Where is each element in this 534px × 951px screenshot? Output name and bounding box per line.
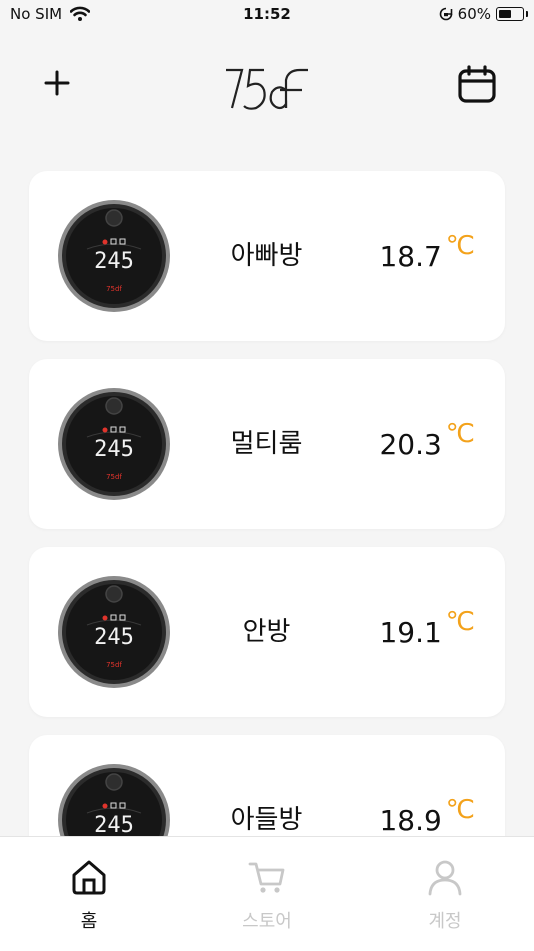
room-temperature: 20.3 ℃ <box>379 359 475 529</box>
tab-label: 스토어 <box>242 911 292 932</box>
tab-label: 홈 <box>80 911 98 932</box>
device-display: 245 <box>94 625 134 650</box>
tab-store[interactable]: 스토어 <box>178 837 356 951</box>
thermostat-device-image: 245 75df <box>58 576 170 688</box>
thermostat-device-image: 245 75df <box>58 200 170 312</box>
room-card[interactable]: 245 75df 멀티룸 20.3 ℃ <box>29 359 505 529</box>
device-brand-mark: 75df <box>106 285 122 293</box>
device-display: 245 <box>94 437 134 462</box>
temperature-unit: ℃ <box>445 231 475 261</box>
room-name: 멀티룸 <box>230 429 303 459</box>
room-temperature: 19.1 ℃ <box>379 547 475 717</box>
temperature-value: 18.7 <box>379 239 442 273</box>
room-temperature: 18.7 ℃ <box>379 171 475 341</box>
tab-account[interactable]: 계정 <box>356 837 534 951</box>
battery-icon <box>496 7 528 21</box>
device-display: 245 <box>94 249 134 274</box>
header <box>0 40 534 140</box>
temperature-unit: ℃ <box>445 607 475 637</box>
thermostat-device-image: 245 75df <box>58 388 170 500</box>
device-display: 245 <box>94 813 134 838</box>
temperature-unit: ℃ <box>445 795 475 825</box>
device-brand-mark: 75df <box>106 661 122 669</box>
tab-home[interactable]: 홈 <box>0 837 178 951</box>
tab-label: 계정 <box>428 911 462 932</box>
home-icon <box>72 860 106 895</box>
status-right: 60% <box>439 5 528 23</box>
temperature-unit: ℃ <box>445 419 475 449</box>
orientation-lock-icon <box>439 7 452 21</box>
brand-logo <box>226 68 308 110</box>
room-name: 안방 <box>242 617 291 647</box>
temperature-value: 20.3 <box>379 427 442 461</box>
battery-percent: 60% <box>457 5 491 23</box>
device-brand-mark: 75df <box>106 473 122 481</box>
room-name: 아빠방 <box>230 241 303 271</box>
tab-bar: 홈 스토어 계정 <box>0 836 534 951</box>
calendar-icon[interactable] <box>456 64 498 106</box>
status-bar: No SIM 11:52 60% <box>0 0 534 30</box>
room-card[interactable]: 245 75df 안방 19.1 ℃ <box>29 547 505 717</box>
user-icon <box>428 860 462 896</box>
cart-icon <box>248 862 285 893</box>
plus-icon[interactable] <box>40 66 74 100</box>
temperature-value: 19.1 <box>379 615 442 649</box>
room-card[interactable]: 245 75df 아빠방 18.7 ℃ <box>29 171 505 341</box>
temperature-value: 18.9 <box>379 803 442 837</box>
